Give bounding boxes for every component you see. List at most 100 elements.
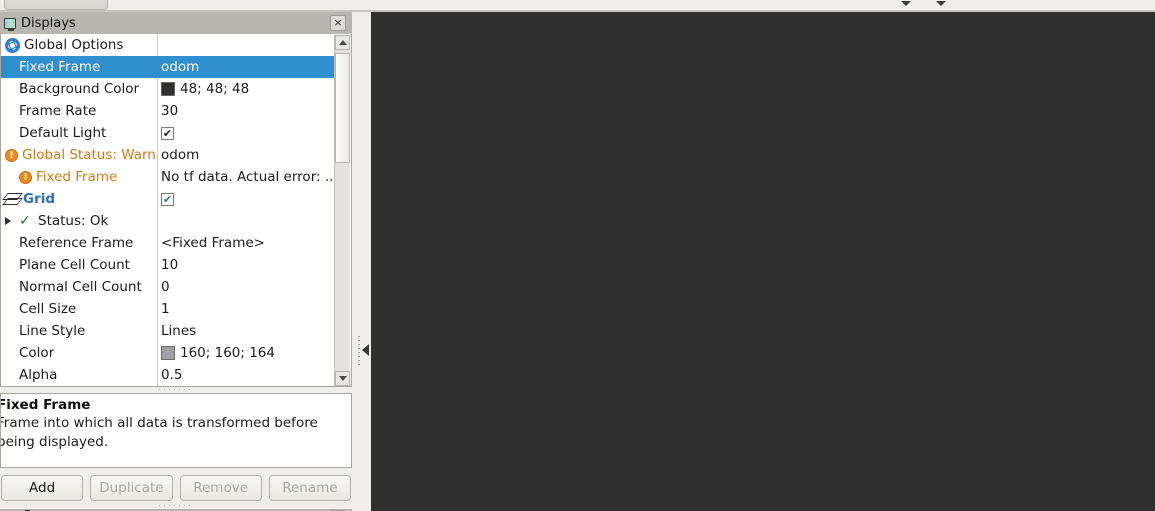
property-key-label: Plane Cell Count [19, 257, 130, 273]
property-key-label: Grid [23, 191, 56, 207]
dock-collapse-handle[interactable] [357, 330, 371, 374]
monitor-icon [4, 17, 16, 31]
property-key: Fixed Frame [1, 56, 157, 78]
property-value: No tf data. Actual error: ... [161, 169, 336, 185]
property-value: 160; 160; 164 [180, 345, 275, 361]
property-key-label: Line Style [19, 323, 86, 339]
property-key: Grid [1, 188, 157, 210]
property-value: 30 [161, 103, 179, 119]
property-value-cell[interactable]: 10 [159, 254, 336, 276]
property-key: Frame Rate [1, 100, 157, 122]
scroll-down-icon[interactable] [335, 371, 350, 386]
property-key-label: Cell Size [19, 301, 77, 317]
property-key-label: Background Color [19, 81, 140, 97]
property-value-cell[interactable]: No tf data. Actual error: ... [159, 166, 336, 188]
property-value-cell[interactable]: ✔ [159, 122, 336, 144]
property-row[interactable]: ! Fixed Frame No tf data. Actual error: ..… [1, 166, 336, 188]
chevron-down-icon[interactable] [901, 1, 911, 6]
close-icon[interactable]: × [330, 15, 346, 31]
property-key-label: Fixed Frame [19, 59, 101, 75]
property-value-cell[interactable] [159, 210, 336, 232]
duplicate-button: Duplicate [90, 475, 173, 501]
property-row[interactable]: Alpha 0.5 [1, 364, 336, 386]
property-value-cell[interactable]: ✔ [159, 188, 336, 210]
property-row[interactable]: Plane Cell Count 10 [1, 254, 336, 276]
description-text: Frame into which all data is transformed… [0, 415, 318, 450]
property-value-cell[interactable]: 0.5 [159, 364, 336, 386]
property-value-cell[interactable]: <Fixed Frame> [159, 232, 336, 254]
property-row[interactable]: Reference Frame <Fixed Frame> [1, 232, 336, 254]
check-icon: ✓ [19, 212, 31, 229]
property-key-label: Frame Rate [19, 103, 97, 119]
property-row[interactable]: Global Options [1, 34, 336, 56]
description-title: Fixed Frame [0, 397, 91, 413]
property-value: <Fixed Frame> [161, 235, 265, 251]
property-value: 0 [161, 279, 170, 295]
property-value-cell[interactable]: odom [159, 56, 336, 78]
property-key: Normal Cell Count [1, 276, 157, 298]
property-key: Color [1, 342, 157, 364]
add-button[interactable]: Add [1, 475, 84, 501]
displays-property-tree[interactable]: Global Options Fixed Frame odom Background … [0, 34, 352, 387]
tree-vertical-scrollbar[interactable] [334, 35, 350, 386]
scrollbar-thumb[interactable] [335, 53, 350, 163]
handle-grip [358, 336, 360, 368]
property-row[interactable]: Fixed Frame odom [1, 56, 336, 78]
property-key: Background Color [1, 78, 157, 100]
chevron-left-icon[interactable] [362, 344, 369, 356]
color-swatch[interactable] [161, 346, 175, 360]
property-value: odom [161, 59, 200, 75]
property-row[interactable]: ✓ Status: Ok [1, 210, 336, 232]
property-key-label: Default Light [19, 125, 107, 141]
viewport-background [371, 12, 1155, 511]
property-key: ✓ Status: Ok [1, 210, 157, 232]
property-key: Global Options [1, 34, 157, 56]
toolbar-button-fragment[interactable] [4, 0, 108, 10]
property-key-label: Normal Cell Count [19, 279, 142, 295]
property-row[interactable]: Cell Size 1 [1, 298, 336, 320]
property-value-cell[interactable]: odom [159, 144, 336, 166]
checkbox[interactable]: ✔ [161, 192, 174, 206]
property-value: odom [161, 147, 200, 163]
checkbox[interactable]: ✔ [161, 126, 174, 140]
property-row[interactable]: Line Style Lines [1, 320, 336, 342]
property-value: 48; 48; 48 [180, 81, 250, 97]
property-key-label: Color [19, 345, 55, 361]
scroll-up-icon[interactable] [335, 35, 350, 50]
splitter-grip[interactable] [159, 387, 193, 392]
property-key-label: Alpha [19, 367, 58, 383]
displays-panel-titlebar: Displays × [0, 12, 352, 34]
property-row[interactable]: Color 160; 160; 164 [1, 342, 336, 364]
splitter-grip[interactable] [159, 503, 193, 508]
remove-button: Remove [179, 475, 262, 501]
property-key: Default Light [1, 122, 157, 144]
property-row[interactable]: Normal Cell Count 0 [1, 276, 336, 298]
property-value-cell[interactable]: 48; 48; 48 [159, 78, 336, 100]
property-row[interactable]: Default Light ✔ [1, 122, 336, 144]
property-row[interactable]: Grid ✔ [1, 188, 336, 210]
property-key-label: Global Options [24, 37, 124, 53]
property-key: Cell Size [1, 298, 157, 320]
property-value-cell[interactable]: 160; 160; 164 [159, 342, 336, 364]
property-value-cell[interactable]: 0 [159, 276, 336, 298]
property-value-cell[interactable]: 1 [159, 298, 336, 320]
displays-panel-title: Displays [21, 15, 76, 31]
rviz-window: Displays × Global Options Fixed Frame odom… [0, 0, 1155, 511]
toolbar-strip [0, 0, 1155, 12]
property-key: Reference Frame [1, 232, 157, 254]
render-viewport-3d[interactable] [371, 12, 1155, 511]
property-key-label: Global Status: Warn [22, 147, 156, 163]
property-value-cell[interactable]: 30 [159, 100, 336, 122]
color-swatch[interactable] [161, 82, 175, 96]
property-key: ! Fixed Frame [1, 166, 157, 188]
property-value-cell[interactable] [159, 34, 336, 56]
property-row[interactable]: Background Color 48; 48; 48 [1, 78, 336, 100]
property-value-cell[interactable]: Lines [159, 320, 336, 342]
description-panel: Fixed Frame Frame into which all data is… [0, 393, 352, 468]
property-row[interactable]: Frame Rate 30 [1, 100, 336, 122]
property-value: 10 [161, 257, 179, 273]
property-key: Line Style [1, 320, 157, 342]
property-row[interactable]: ! Global Status: Warn odom [1, 144, 336, 166]
property-value: 0.5 [161, 367, 183, 383]
chevron-down-icon[interactable] [936, 1, 946, 6]
